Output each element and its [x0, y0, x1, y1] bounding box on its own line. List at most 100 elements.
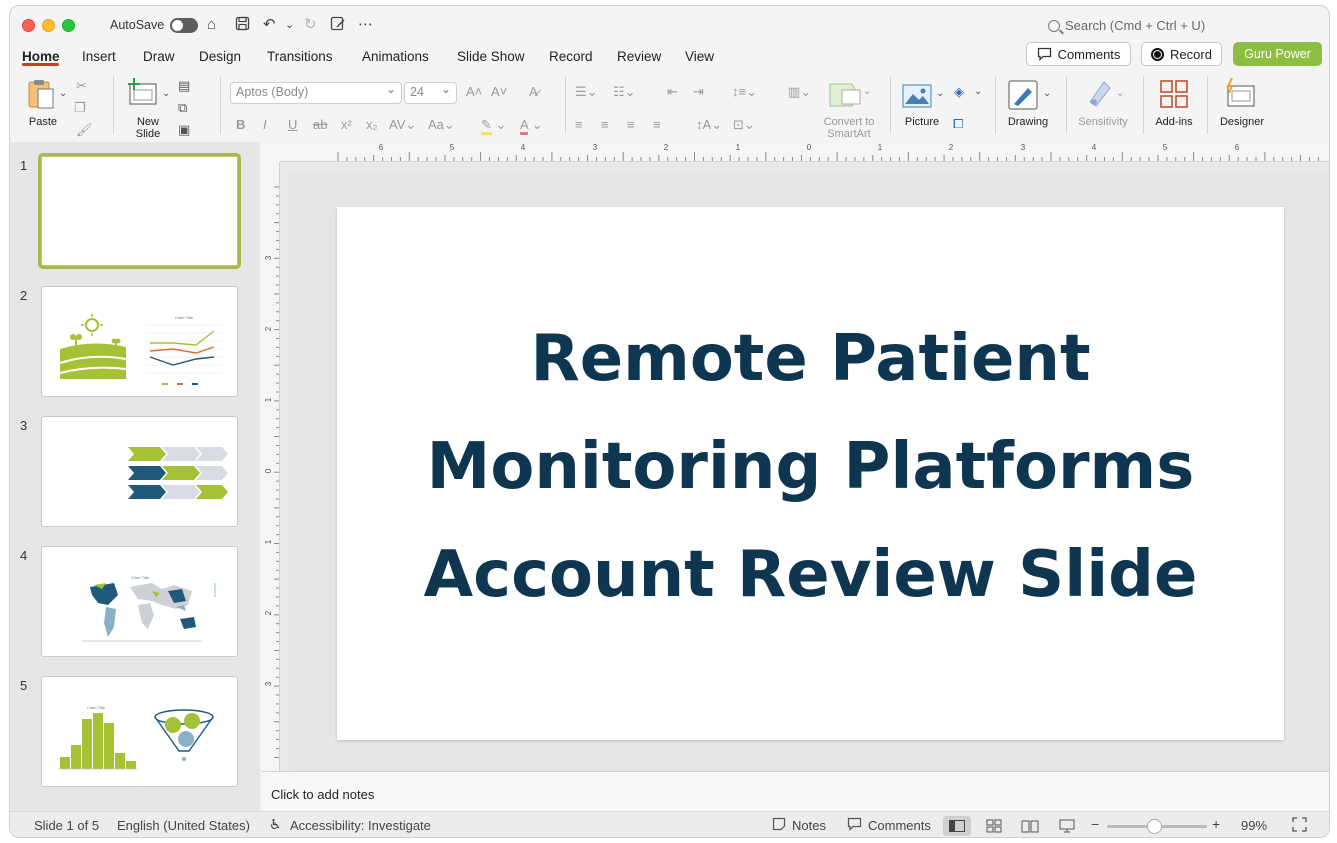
slide-thumbnail-5[interactable]: Chart Title: [41, 676, 238, 787]
sensitivity-dropdown-icon[interactable]: ⌄: [1116, 86, 1124, 102]
current-slide[interactable]: Remote Patient Monitoring Platforms Acco…: [337, 207, 1284, 740]
subscript-icon[interactable]: x₂: [366, 117, 378, 133]
picture-dropdown-icon[interactable]: ⌄: [936, 86, 944, 102]
more-icon[interactable]: ⋯: [358, 16, 373, 34]
autosave-toggle[interactable]: [170, 18, 198, 33]
undo-dropdown-icon[interactable]: ⌄: [285, 16, 294, 34]
tab-view[interactable]: View: [685, 49, 714, 64]
addins-icon[interactable]: [1160, 80, 1188, 108]
record-button[interactable]: Record: [1141, 42, 1222, 66]
slide-thumbnail-3[interactable]: [41, 416, 238, 527]
new-slide-dropdown-icon[interactable]: ⌄: [162, 86, 170, 102]
increase-indent-icon[interactable]: ⇥: [693, 84, 704, 100]
tab-insert[interactable]: Insert: [82, 49, 116, 64]
layout-icon[interactable]: ▤: [178, 78, 190, 94]
increase-font-icon[interactable]: A˄: [466, 84, 482, 100]
text-direction-icon[interactable]: ↕A⌄: [696, 117, 722, 133]
slide-thumbnail-4[interactable]: Chart Title: [41, 546, 238, 657]
convert-smartart-icon[interactable]: [828, 82, 868, 108]
align-left-icon[interactable]: ≡: [575, 117, 583, 133]
decrease-indent-icon[interactable]: ⇤: [667, 84, 678, 100]
tab-design[interactable]: Design: [199, 49, 241, 64]
slide-show-view-button[interactable]: [1053, 816, 1081, 836]
tab-review[interactable]: Review: [617, 49, 661, 64]
maximize-window-button[interactable]: [62, 19, 75, 32]
bold-icon[interactable]: B: [236, 117, 245, 133]
slide-sorter-view-button[interactable]: [980, 816, 1008, 836]
zoom-out-button[interactable]: −: [1091, 816, 1099, 832]
highlight-icon[interactable]: ✎ ⌄: [481, 117, 506, 135]
decrease-font-icon[interactable]: A˅: [491, 84, 507, 100]
guru-power-button[interactable]: Guru Power: [1233, 42, 1322, 66]
paste-icon[interactable]: [26, 78, 56, 110]
character-spacing-icon[interactable]: AV⌄: [389, 117, 416, 133]
slide-thumbnail-2[interactable]: Chart Title: [41, 286, 238, 397]
paste-dropdown-icon[interactable]: ⌄: [59, 86, 67, 102]
tab-animations[interactable]: Animations: [362, 49, 429, 64]
zoom-slider-knob[interactable]: [1147, 819, 1162, 834]
accessibility-icon[interactable]: ♿: [269, 816, 282, 833]
customize-icon[interactable]: [330, 16, 346, 36]
sensitivity-icon[interactable]: [1086, 78, 1114, 108]
save-icon[interactable]: [235, 16, 250, 36]
slide-title-textbox[interactable]: Remote Patient Monitoring Platforms Acco…: [424, 305, 1198, 629]
close-window-button[interactable]: [22, 19, 35, 32]
picture-icon[interactable]: [902, 84, 932, 108]
underline-icon[interactable]: U: [288, 117, 297, 133]
section-icon[interactable]: ▣: [178, 122, 190, 138]
align-center-icon[interactable]: ≡: [601, 117, 609, 133]
language-status[interactable]: English (United States): [117, 818, 250, 833]
text-box-icon[interactable]: ⧠: [953, 116, 963, 132]
tab-home[interactable]: Home: [22, 49, 60, 64]
shapes-icon[interactable]: ◈: [954, 84, 964, 100]
accessibility-status[interactable]: Accessibility: Investigate: [290, 818, 431, 833]
font-name-select[interactable]: Aptos (Body): [230, 82, 402, 104]
font-size-select[interactable]: 24: [404, 82, 457, 104]
horizontal-ruler[interactable]: 6 5 4 3 2 1 0 1 2 3 4 5 6: [280, 142, 1329, 162]
columns-icon[interactable]: ▥⌄: [788, 84, 811, 100]
notes-pane[interactable]: Click to add notes: [262, 771, 1329, 811]
strikethrough-icon[interactable]: ab: [313, 117, 327, 133]
normal-view-button[interactable]: [943, 816, 971, 836]
zoom-in-button[interactable]: +: [1212, 816, 1220, 832]
search-input[interactable]: Search (Cmd + Ctrl + U): [1048, 18, 1205, 33]
font-color-icon[interactable]: A ⌄: [520, 117, 542, 135]
change-case-icon[interactable]: Aa⌄: [428, 117, 455, 133]
align-right-icon[interactable]: ≡: [627, 117, 635, 133]
tab-transitions[interactable]: Transitions: [267, 49, 333, 64]
fit-to-window-icon[interactable]: [1292, 817, 1307, 835]
redo-icon[interactable]: ↻: [304, 16, 317, 34]
vertical-ruler[interactable]: 3 2 1 0 1 2 3: [262, 162, 280, 771]
clear-formatting-icon[interactable]: A̷: [529, 84, 538, 100]
italic-icon[interactable]: I: [263, 117, 267, 133]
cut-icon[interactable]: ✂: [76, 78, 87, 94]
new-slide-icon[interactable]: [126, 78, 158, 106]
comments-toggle[interactable]: Comments: [868, 818, 931, 833]
drawing-dropdown-icon[interactable]: ⌄: [1043, 86, 1051, 102]
copy-icon[interactable]: ❐: [74, 100, 86, 116]
superscript-icon[interactable]: x²: [341, 117, 352, 133]
comments-status-icon[interactable]: [847, 817, 862, 834]
drawing-icon[interactable]: [1008, 80, 1038, 110]
home-icon[interactable]: ⌂: [207, 16, 216, 34]
minimize-window-button[interactable]: [42, 19, 55, 32]
reset-icon[interactable]: ⧉: [178, 100, 187, 116]
comments-button[interactable]: Comments: [1026, 42, 1131, 66]
zoom-level[interactable]: 99%: [1241, 818, 1267, 833]
undo-icon[interactable]: ↶: [263, 16, 276, 34]
justify-icon[interactable]: ≡: [653, 117, 661, 133]
line-spacing-icon[interactable]: ↕≡⌄: [732, 84, 757, 100]
tab-record[interactable]: Record: [549, 49, 593, 64]
shapes-dropdown-icon[interactable]: ⌄: [974, 84, 982, 100]
convert-dropdown-icon[interactable]: ⌄: [863, 84, 871, 100]
notes-icon[interactable]: [772, 817, 786, 834]
numbering-icon[interactable]: ☷⌄: [613, 84, 636, 100]
format-painter-icon[interactable]: 🖌: [76, 122, 93, 138]
tab-draw[interactable]: Draw: [143, 49, 175, 64]
designer-icon[interactable]: [1224, 78, 1256, 108]
reading-view-button[interactable]: [1016, 816, 1044, 836]
tab-slide-show[interactable]: Slide Show: [457, 49, 525, 64]
slide-thumbnail-1[interactable]: [38, 153, 241, 269]
notes-toggle[interactable]: Notes: [792, 818, 826, 833]
align-text-icon[interactable]: ⊡⌄: [733, 117, 755, 133]
